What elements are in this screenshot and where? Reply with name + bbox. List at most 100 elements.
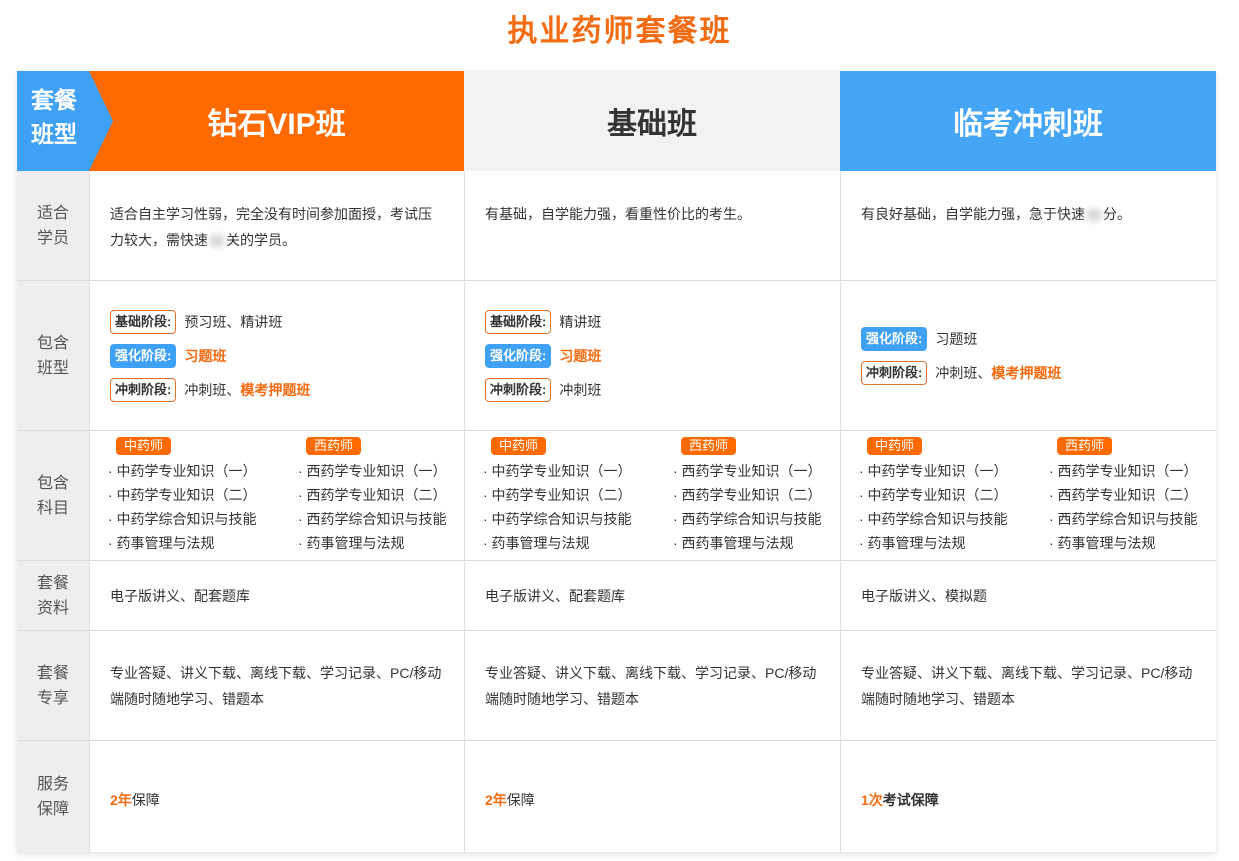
corner-line-2: 班型 — [31, 121, 77, 147]
subject-item: · 中药学综合知识与技能 — [859, 511, 1008, 527]
wm-badge: 西药师 — [681, 437, 737, 455]
subject-column-wm: 西药师 · 西药学专业知识（一） · 西药学专业知识（二） · 西药学综合知识与… — [1049, 437, 1219, 560]
stage-classes: 冲刺班、 — [184, 381, 241, 398]
subject-item: · 西药事管理与法规 — [673, 535, 794, 551]
row-label-line: 套餐 — [36, 574, 69, 592]
exclusive-basic: 专业答疑、讲义下载、离线下载、学习记录、PC/移动 端随时随地学习、错题本 — [464, 631, 840, 741]
exclusive-sprint: 专业答疑、讲义下载、离线下载、学习记录、PC/移动 端随时随地学习、错题本 — [840, 631, 1216, 741]
row-label-subjects: 包含 科目 — [17, 431, 89, 561]
row-label-line: 专享 — [36, 689, 69, 707]
subject-column-tcm: 中药师 · 中药学专业知识（一） · 中药学专业知识（二） · 中药学综合知识与… — [108, 437, 298, 560]
subject-item: · 中药学专业知识（二） — [483, 487, 632, 503]
suitable-sprint-part2: 分。 — [1103, 206, 1131, 222]
blurred-text — [1085, 207, 1103, 224]
stage-line-strengthen: 强化阶段: 习题班 — [110, 343, 444, 369]
subject-item: · 中药学专业知识（一） — [108, 463, 257, 479]
classes-basic: 基础阶段: 精讲班 强化阶段: 习题班 冲刺阶段: 冲刺班 — [464, 281, 840, 431]
stage-tag-foundation: 基础阶段: — [485, 309, 552, 334]
suitable-vip-part2: 关的学员。 — [226, 232, 296, 248]
row-label-suitable: 适合 学员 — [17, 171, 89, 281]
subject-item: · 中药学专业知识（二） — [859, 487, 1008, 503]
suitable-sprint: 有良好基础，自学能力强，急于快速 分。 — [840, 171, 1216, 281]
stage-classes: 精讲班 — [559, 313, 602, 330]
service-vip-text: 2年保障 — [110, 787, 444, 813]
exclusive-line-1: 专业答疑、讲义下载、离线下载、学习记录、PC/移动 — [861, 664, 1193, 681]
stage-line-foundation: 基础阶段: 精讲班 — [485, 309, 820, 335]
subject-item: · 西药学专业知识（二） — [298, 487, 447, 503]
subjects-sprint: 中药师 · 中药学专业知识（一） · 中药学专业知识（二） · 中药学综合知识与… — [840, 431, 1216, 561]
subject-item: · 药事管理与法规 — [1049, 535, 1156, 551]
classes-vip: 基础阶段: 预习班、精讲班 强化阶段: 习题班 冲刺阶段: 冲刺班、 模考押题班 — [89, 281, 464, 431]
stage-tag-sprint: 冲刺阶段: — [110, 377, 177, 402]
materials-sprint: 电子版讲义、模拟题 — [840, 561, 1216, 631]
subject-item: · 中药学专业知识（一） — [859, 463, 1008, 479]
subject-item: · 中药学综合知识与技能 — [483, 511, 632, 527]
subject-item: · 药事管理与法规 — [298, 535, 405, 551]
row-label-exclusive: 套餐 专享 — [17, 631, 89, 741]
subject-item: · 西药学专业知识（二） — [1049, 487, 1198, 503]
stage-line-sprint: 冲刺阶段: 冲刺班 — [485, 377, 820, 403]
stage-line-sprint: 冲刺阶段: 冲刺班、 模考押题班 — [110, 377, 444, 403]
service-basic: 2年保障 — [464, 741, 840, 852]
exclusive-vip: 专业答疑、讲义下载、离线下载、学习记录、PC/移动 端随时随地学习、错题本 — [89, 631, 464, 741]
service-number: 2年 — [485, 791, 507, 808]
row-label-line: 适合 — [36, 204, 69, 222]
suitable-vip-text: 适合自主学习性弱，完全没有时间参加面授，考试压力较大，需快速 关的学员。 — [110, 201, 444, 253]
subject-item: · 西药学综合知识与技能 — [673, 511, 822, 527]
plan-header-vip: 钻石VIP班 — [89, 71, 464, 171]
row-label-line: 科目 — [36, 499, 69, 517]
row-label-line: 保障 — [36, 800, 69, 818]
subject-column-wm: 西药师 · 西药学专业知识（一） · 西药学专业知识（二） · 西药学综合知识与… — [298, 437, 468, 560]
stage-line-sprint: 冲刺阶段: 冲刺班、 模考押题班 — [861, 360, 1196, 386]
subject-item: · 西药学综合知识与技能 — [298, 511, 447, 527]
row-label-line: 包含 — [36, 334, 69, 352]
row-label-line: 资料 — [36, 599, 69, 617]
row-label-line: 套餐 — [36, 664, 69, 682]
subject-item: · 西药学专业知识（一） — [298, 463, 447, 479]
service-basic-text: 2年保障 — [485, 787, 820, 813]
suitable-basic: 有基础，自学能力强，看重性价比的考生。 — [464, 171, 840, 281]
service-text: 考试保障 — [882, 791, 939, 808]
subjects-vip: 中药师 · 中药学专业知识（一） · 中药学专业知识（二） · 中药学综合知识与… — [89, 431, 464, 561]
service-number: 1次 — [861, 791, 883, 808]
service-number: 2年 — [110, 791, 132, 808]
row-label-line: 班型 — [36, 359, 69, 377]
subject-item: · 药事管理与法规 — [483, 535, 590, 551]
subject-item: · 西药学专业知识（一） — [1049, 463, 1198, 479]
page-title: 执业药师套餐班 — [507, 15, 732, 48]
subject-item: · 西药学专业知识（一） — [673, 463, 822, 479]
exclusive-line-2: 端随时随地学习、错题本 — [110, 690, 264, 707]
service-sprint: 1次考试保障 — [840, 741, 1216, 852]
row-label-line: 包含 — [36, 474, 69, 492]
subject-column-tcm: 中药师 · 中药学专业知识（一） · 中药学专业知识（二） · 中药学综合知识与… — [483, 437, 673, 560]
subject-item: · 中药学专业知识（一） — [483, 463, 632, 479]
plan-header-basic: 基础班 — [464, 71, 840, 171]
stage-tag-sprint: 冲刺阶段: — [861, 360, 928, 385]
stage-classes-highlight: 模考押题班 — [240, 381, 311, 398]
stage-tag-strengthen: 强化阶段: — [485, 343, 552, 368]
stage-classes: 冲刺班、 — [935, 364, 992, 381]
service-text: 保障 — [506, 791, 535, 808]
tcm-badge: 中药师 — [116, 437, 172, 455]
row-label-included-classes: 包含 班型 — [17, 281, 89, 431]
subject-item: · 西药学专业知识（二） — [673, 487, 822, 503]
stage-tag-foundation: 基础阶段: — [110, 309, 177, 334]
row-label-materials: 套餐 资料 — [17, 561, 89, 631]
stage-tag-sprint: 冲刺阶段: — [485, 377, 552, 402]
stage-classes: 冲刺班 — [559, 381, 602, 398]
stage-classes-highlight: 模考押题班 — [991, 364, 1062, 381]
service-text: 保障 — [131, 791, 160, 808]
stage-classes: 习题班 — [559, 347, 602, 364]
suitable-vip: 适合自主学习性弱，完全没有时间参加面授，考试压力较大，需快速 关的学员。 — [89, 171, 464, 281]
subject-item: · 中药学专业知识（二） — [108, 487, 257, 503]
subject-column-tcm: 中药师 · 中药学专业知识（一） · 中药学专业知识（二） · 中药学综合知识与… — [859, 437, 1049, 560]
materials-basic: 电子版讲义、配套题库 — [464, 561, 840, 631]
corner-line-1: 套餐 — [31, 87, 77, 113]
subjects-basic: 中药师 · 中药学专业知识（一） · 中药学专业知识（二） · 中药学综合知识与… — [464, 431, 840, 561]
package-comparison-table: 套餐 班型 钻石VIP班 基础班 临考冲刺班 适合 学员 适合自主学习性弱，完全没… — [17, 71, 1216, 852]
suitable-basic-text: 有基础，自学能力强，看重性价比的考生。 — [485, 206, 751, 222]
subject-item: · 中药学综合知识与技能 — [108, 511, 257, 527]
exclusive-line-1: 专业答疑、讲义下载、离线下载、学习记录、PC/移动 — [110, 664, 442, 681]
exclusive-line-1: 专业答疑、讲义下载、离线下载、学习记录、PC/移动 — [485, 664, 817, 681]
exclusive-line-2: 端随时随地学习、错题本 — [861, 690, 1015, 707]
